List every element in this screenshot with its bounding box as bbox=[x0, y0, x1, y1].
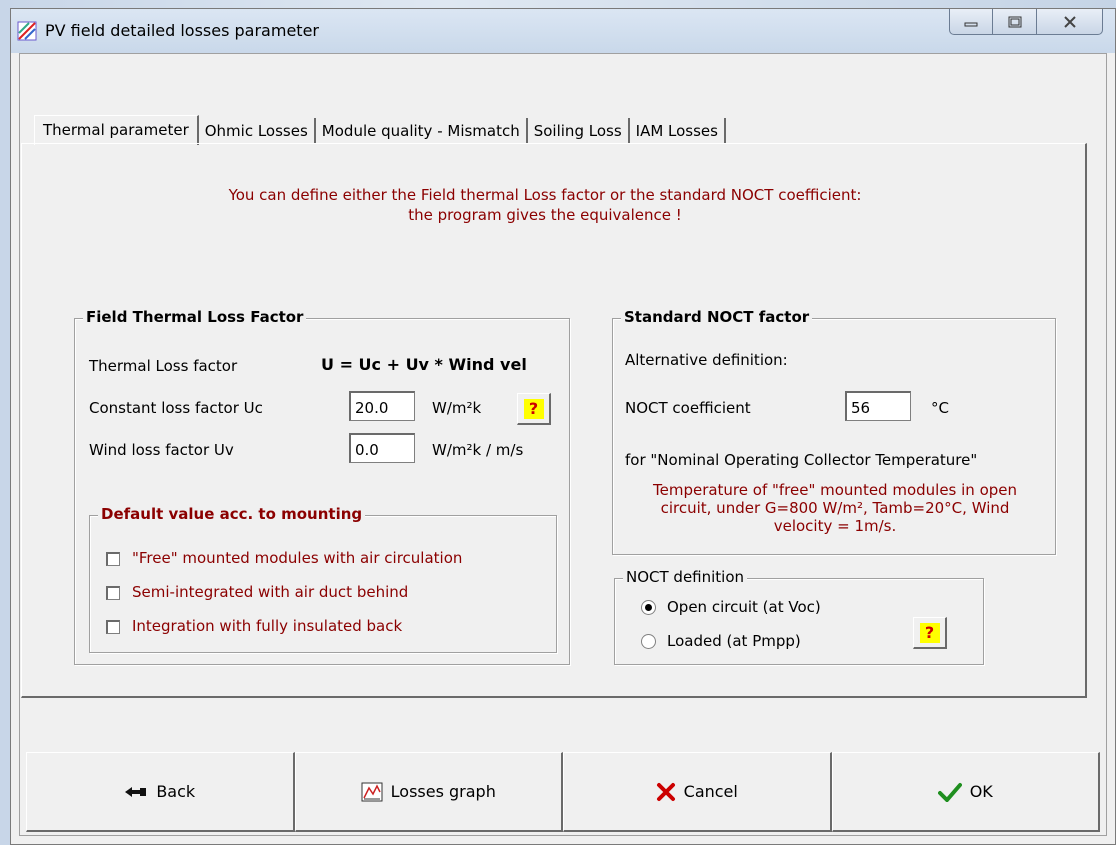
uc-unit: W/m²k bbox=[432, 399, 482, 417]
maximize-icon bbox=[1008, 16, 1021, 27]
loaded-label[interactable]: Loaded (at Pmpp) bbox=[667, 632, 801, 650]
open-circuit-label[interactable]: Open circuit (at Voc) bbox=[667, 598, 821, 616]
noct-definition-legend: NOCT definition bbox=[623, 568, 748, 586]
noct-desc-line-3: velocity = 1m/s. bbox=[773, 517, 897, 535]
mounting-legend: Default value acc. to mounting bbox=[98, 505, 366, 523]
info-line-1: You can define either the Field thermal … bbox=[228, 186, 862, 204]
thermal-loss-legend: Field Thermal Loss Factor bbox=[83, 308, 307, 326]
ok-button-label: OK bbox=[969, 782, 993, 801]
alt-def-label: Alternative definition: bbox=[625, 351, 788, 369]
open-circuit-radio[interactable] bbox=[641, 600, 656, 615]
uv-unit: W/m²k / m/s bbox=[432, 441, 524, 459]
back-button[interactable]: Back bbox=[26, 752, 295, 832]
ok-button[interactable]: OK bbox=[831, 752, 1100, 832]
window-controls bbox=[949, 9, 1103, 39]
tab-iam-losses[interactable]: IAM Losses bbox=[630, 118, 726, 144]
minimize-icon bbox=[964, 22, 978, 26]
close-icon bbox=[1063, 15, 1076, 28]
uc-label: Constant loss factor Uc bbox=[89, 399, 263, 417]
mounting-free-checkbox[interactable] bbox=[106, 552, 120, 566]
thermal-loss-label: Thermal Loss factor bbox=[89, 357, 238, 375]
cancel-button[interactable]: Cancel bbox=[563, 752, 832, 832]
noct-coef-input[interactable]: 56 bbox=[845, 391, 911, 421]
tab-strip: Thermal parameter Ohmic Losses Module qu… bbox=[34, 115, 726, 145]
mounting-free-label[interactable]: "Free" mounted modules with air circulat… bbox=[132, 549, 462, 567]
mounting-semi-checkbox[interactable] bbox=[106, 586, 120, 600]
maximize-button[interactable] bbox=[993, 9, 1037, 35]
minimize-button[interactable] bbox=[949, 9, 993, 35]
losses-graph-button[interactable]: Losses graph bbox=[294, 752, 563, 832]
noct-desc-line-1: Temperature of "free" mounted modules in… bbox=[652, 481, 1018, 499]
uc-input[interactable]: 20.0 bbox=[349, 391, 415, 421]
pointing-hand-icon bbox=[125, 786, 147, 797]
loaded-radio[interactable] bbox=[641, 634, 656, 649]
noct-description: Temperature of "free" mounted modules in… bbox=[613, 481, 1057, 535]
app-icon bbox=[17, 21, 37, 41]
tab-ohmic-losses[interactable]: Ohmic Losses bbox=[199, 118, 316, 144]
mounting-insulated-label[interactable]: Integration with fully insulated back bbox=[132, 617, 402, 635]
uc-help-button[interactable]: ? bbox=[517, 393, 551, 425]
graph-icon bbox=[361, 782, 383, 801]
noct-group: Standard NOCT factor Alternative definit… bbox=[612, 308, 1057, 555]
noct-legend: Standard NOCT factor bbox=[621, 308, 813, 326]
thermal-loss-group: Field Thermal Loss Factor Thermal Loss f… bbox=[74, 308, 570, 665]
noct-coef-unit: °C bbox=[931, 399, 949, 417]
tab-thermal-parameter[interactable]: Thermal parameter bbox=[34, 115, 199, 145]
noct-definition-group: NOCT definition Open circuit (at Voc) Lo… bbox=[614, 568, 984, 665]
noct-for-text: for "Nominal Operating Collector Tempera… bbox=[625, 451, 978, 469]
help-icon: ? bbox=[919, 622, 940, 643]
checkmark-icon bbox=[937, 782, 962, 802]
info-line-2: the program gives the equivalence ! bbox=[408, 206, 682, 224]
cancel-button-label: Cancel bbox=[683, 782, 738, 801]
back-button-label: Back bbox=[156, 782, 196, 801]
window-title: PV field detailed losses parameter bbox=[45, 21, 319, 40]
close-button[interactable] bbox=[1037, 9, 1103, 35]
noct-desc-line-2: circuit, under G=800 W/m², Tamb=20°C, Wi… bbox=[660, 499, 1010, 517]
mounting-insulated-checkbox[interactable] bbox=[106, 620, 120, 634]
mounting-semi-label[interactable]: Semi-integrated with air duct behind bbox=[132, 583, 408, 601]
cancel-x-icon bbox=[656, 782, 675, 801]
title-bar[interactable]: PV field detailed losses parameter bbox=[11, 9, 1115, 53]
uv-input[interactable]: 0.0 bbox=[349, 433, 415, 463]
thermal-loss-formula: U = Uc + Uv * Wind vel bbox=[321, 355, 527, 374]
mounting-group: Default value acc. to mounting "Free" mo… bbox=[89, 505, 557, 653]
help-icon: ? bbox=[523, 398, 544, 419]
button-bar: Back Losses graph Cancel OK bbox=[26, 752, 1100, 832]
tab-module-quality-mismatch[interactable]: Module quality - Mismatch bbox=[316, 118, 528, 144]
losses-graph-label: Losses graph bbox=[390, 782, 496, 801]
info-message: You can define either the Field thermal … bbox=[150, 185, 940, 225]
uv-label: Wind loss factor Uv bbox=[89, 441, 234, 459]
noct-coef-label: NOCT coefficient bbox=[625, 399, 751, 417]
noct-def-help-button[interactable]: ? bbox=[913, 617, 947, 649]
tab-soiling-loss[interactable]: Soiling Loss bbox=[528, 118, 630, 144]
